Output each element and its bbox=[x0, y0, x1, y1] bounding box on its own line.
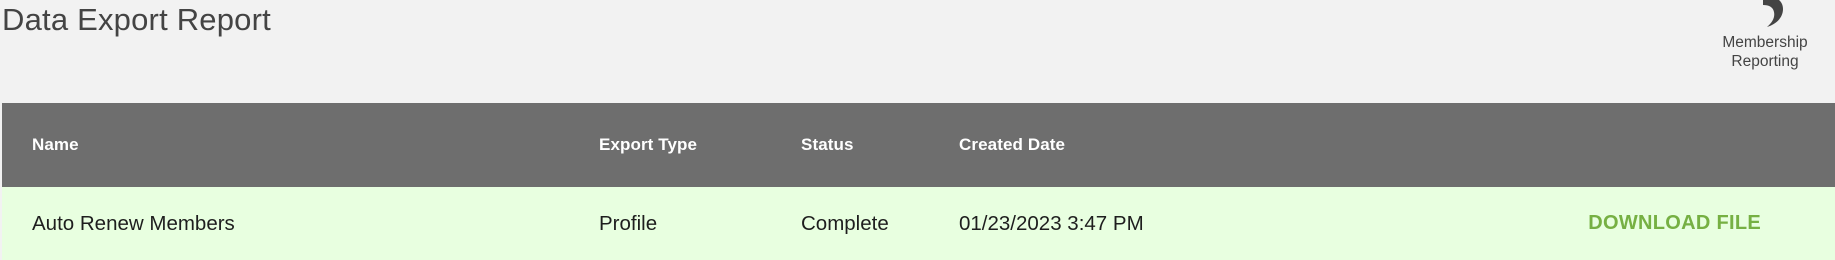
undo-arrow-icon bbox=[1743, 0, 1787, 30]
cell-status: Complete bbox=[801, 212, 889, 235]
membership-reporting-link[interactable]: Membership Reporting bbox=[1695, 0, 1835, 76]
column-header-export-type: Export Type bbox=[599, 135, 698, 154]
column-header-status: Status bbox=[801, 135, 854, 154]
table-header: Name Export Type Status Created Date bbox=[2, 103, 1835, 187]
cell-name: Auto Renew Members bbox=[32, 212, 235, 235]
column-header-name: Name bbox=[32, 135, 79, 154]
export-table: Name Export Type Status Created Date Aut… bbox=[2, 103, 1835, 260]
table-body: Auto Renew Members Profile Complete 01/2… bbox=[2, 187, 1835, 260]
table-row: Auto Renew Members Profile Complete 01/2… bbox=[2, 187, 1835, 260]
cell-export-type: Profile bbox=[599, 212, 658, 235]
membership-reporting-label: Membership Reporting bbox=[1722, 34, 1808, 70]
cell-created-date: 01/23/2023 3:47 PM bbox=[959, 212, 1144, 235]
download-file-button[interactable]: DOWNLOAD FILE bbox=[1588, 187, 1761, 260]
page-title: Data Export Report bbox=[2, 2, 271, 37]
column-header-created-date: Created Date bbox=[959, 135, 1066, 154]
